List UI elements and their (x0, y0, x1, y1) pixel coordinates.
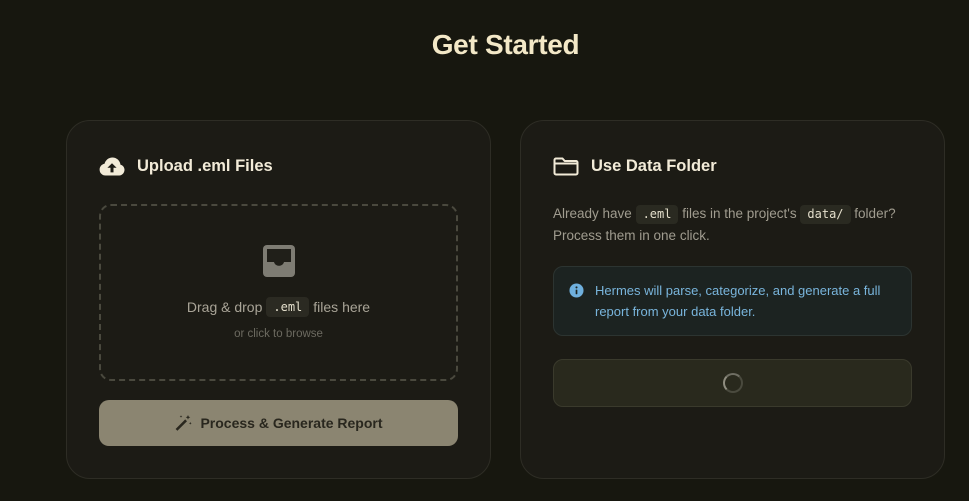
info-notice: Hermes will parse, categorize, and gener… (553, 266, 912, 336)
dropzone-text-before: Drag & drop (186, 298, 263, 315)
description-text-1: Already have (553, 206, 632, 221)
eml-extension-chip: .eml (635, 205, 679, 224)
magic-wand-icon (174, 414, 193, 432)
dropzone-browse-hint: or click to browse (234, 327, 323, 340)
options-row: Upload .eml Files Drag & drop .eml files… (66, 120, 945, 479)
info-icon (569, 283, 584, 298)
inbox-icon (262, 244, 296, 278)
upload-card: Upload .eml Files Drag & drop .eml files… (66, 120, 491, 479)
data-folder-card: Use Data Folder Already have .eml files … (520, 120, 945, 479)
get-started-section: Get Started Upload .eml Files Drag & dro… (66, 0, 945, 501)
description-text-2: files in the project's (682, 206, 797, 221)
folder-icon (553, 156, 579, 176)
process-data-folder-button[interactable] (553, 359, 912, 407)
file-extension-chip: .eml (266, 296, 310, 317)
data-folder-chip: data/ (800, 205, 851, 224)
process-button-label: Process & Generate Report (200, 415, 383, 431)
dropzone-text-after: files here (313, 298, 371, 315)
process-generate-report-button[interactable]: Process & Generate Report (99, 400, 458, 446)
data-folder-card-header: Use Data Folder (553, 153, 912, 179)
cloud-upload-icon (99, 156, 125, 176)
spinner-icon (722, 373, 743, 393)
data-folder-description: Already have .eml files in the project's… (553, 203, 912, 247)
file-dropzone[interactable]: Drag & drop .eml files here or click to … (99, 204, 458, 381)
upload-card-title: Upload .eml Files (137, 157, 273, 175)
dropzone-instructions: Drag & drop .eml files here (187, 295, 370, 319)
upload-card-header: Upload .eml Files (99, 153, 458, 179)
info-notice-text: Hermes will parse, categorize, and gener… (595, 283, 881, 319)
page-title: Get Started (431, 29, 580, 60)
data-folder-card-title: Use Data Folder (591, 157, 717, 175)
